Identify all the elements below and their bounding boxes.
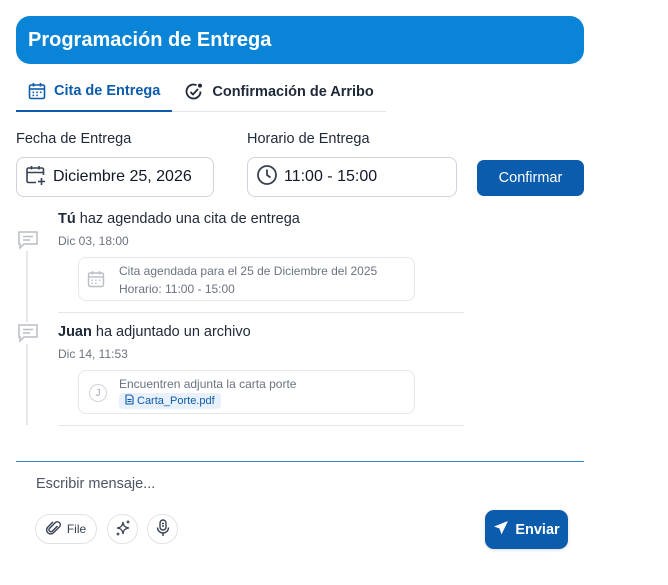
divider <box>58 425 464 426</box>
date-field[interactable]: Diciembre 25, 2026 <box>16 157 214 197</box>
entry-timestamp: Dic 14, 11:53 <box>58 347 128 361</box>
comment-icon <box>17 229 39 251</box>
microphone-icon <box>155 518 171 540</box>
entry-action: ha adjuntado un archivo <box>95 324 251 340</box>
date-value: Diciembre 25, 2026 <box>53 168 192 185</box>
entry-timestamp: Dic 03, 18:00 <box>58 234 129 248</box>
send-button[interactable]: Enviar <box>485 510 568 549</box>
paperclip-icon <box>45 520 62 539</box>
voice-input-button[interactable] <box>147 514 178 544</box>
tab-label: Cita de Entrega <box>54 83 161 99</box>
entry-action: haz agendado una cita de entrega <box>79 211 300 227</box>
file-attachment-link[interactable]: Carta_Porte.pdf <box>119 393 221 409</box>
message-text: Encuentren adjunta la carta porte <box>119 377 297 391</box>
tab-confirmacion-de-arribo[interactable]: Confirmación de Arribo <box>172 72 385 112</box>
check-circle-icon <box>184 82 204 102</box>
appointment-schedule: Horario: 11:00 - 15:00 <box>119 282 235 296</box>
composer-divider <box>16 461 584 462</box>
clock-icon <box>256 164 278 191</box>
calendar-icon <box>28 82 46 100</box>
delivery-scheduling-card: Programación de Entrega Cita de Entrega <box>0 0 600 585</box>
page-title: Programación de Entrega <box>16 16 584 64</box>
date-label: Fecha de Entrega <box>16 131 132 147</box>
file-label: File <box>66 522 87 536</box>
time-field[interactable]: 11:00 - 15:00 <box>247 157 457 197</box>
send-label: Enviar <box>515 521 560 538</box>
tab-cita-de-entrega[interactable]: Cita de Entrega <box>16 72 173 112</box>
tab-bar: Cita de Entrega Confirmación de Arribo <box>16 72 386 112</box>
calendar-add-icon <box>25 164 47 191</box>
avatar: J <box>89 384 107 402</box>
file-name: Carta_Porte.pdf <box>137 395 215 407</box>
timeline-entry-title: Tú haz agendado una cita de entrega <box>58 211 300 227</box>
confirm-button[interactable]: Confirmar <box>477 160 584 196</box>
appointment-text: Cita agendada para el 25 de Diciembre de… <box>119 264 378 278</box>
tab-label: Confirmación de Arribo <box>212 84 374 100</box>
file-message-card: J Encuentren adjunta la carta porte Cart… <box>78 370 415 414</box>
timeline-entry-title: Juan ha adjuntado un archivo <box>58 324 251 340</box>
entry-actor: Tú <box>58 211 76 227</box>
send-icon <box>493 520 509 540</box>
calendar-icon <box>87 270 105 293</box>
time-label: Horario de Entrega <box>247 131 370 147</box>
appointment-card: Cita agendada para el 25 de Diciembre de… <box>78 257 415 301</box>
time-value: 11:00 - 15:00 <box>284 168 378 185</box>
sparkles-icon <box>114 519 132 540</box>
message-input[interactable] <box>36 474 436 494</box>
attach-file-button[interactable]: File <box>35 514 97 544</box>
document-icon <box>125 394 134 408</box>
divider <box>58 312 464 313</box>
comment-icon <box>17 322 39 344</box>
entry-actor: Juan <box>58 324 92 340</box>
ai-assist-button[interactable] <box>107 514 138 544</box>
